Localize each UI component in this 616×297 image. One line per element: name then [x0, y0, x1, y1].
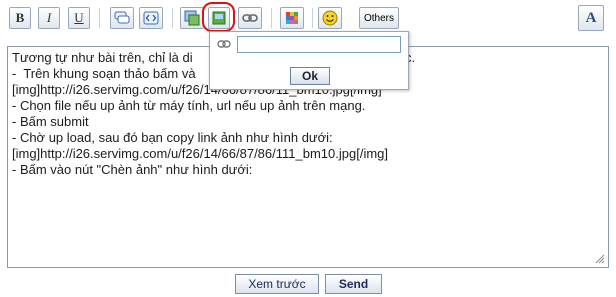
ok-button[interactable]: Ok	[290, 67, 330, 85]
smiley-icon	[322, 10, 338, 26]
font-size-glyph: A	[585, 9, 597, 26]
underline-button[interactable]: U	[68, 7, 90, 29]
link-icon	[242, 14, 258, 22]
editor-line: [img]http://i26.servimg.com/u/f26/14/66/…	[12, 146, 389, 161]
quote-icon	[114, 11, 130, 24]
insert-link-button[interactable]	[238, 7, 262, 29]
insert-image-popup: Ok	[209, 31, 409, 90]
color-picker-button[interactable]	[280, 7, 304, 29]
highlight-ring	[202, 2, 235, 32]
color-palette-icon	[286, 12, 298, 24]
editor-line: - Chờ up load, sau đó bạn copy link ảnh …	[12, 130, 333, 145]
upload-image-button[interactable]	[180, 7, 204, 29]
toolbar-separator	[271, 8, 272, 28]
editor-line: - Trên khung soạn thảo bấm và	[12, 66, 196, 81]
toolbar-separator	[312, 8, 313, 28]
editor-line: - Bấm submit	[12, 114, 89, 129]
italic-button[interactable]: I	[38, 7, 60, 29]
others-button[interactable]: Others	[359, 7, 399, 29]
editor-line: Tương tự như bài trên, chỉ là di	[12, 50, 193, 65]
quote-button[interactable]	[110, 7, 134, 29]
resize-handle-icon[interactable]	[595, 254, 605, 264]
emoticon-button[interactable]	[318, 7, 342, 29]
code-button[interactable]	[139, 7, 163, 29]
bold-button[interactable]: B	[9, 7, 31, 29]
send-button[interactable]: Send	[325, 274, 382, 294]
font-size-button[interactable]: A	[578, 5, 604, 31]
editor-line: - Chọn file nếu up ảnh từ máy tính, url …	[12, 98, 366, 113]
code-icon	[143, 11, 159, 25]
editor-line: - Bấm vào nút "Chèn ảnh" như hình dưới:	[12, 162, 253, 177]
image-url-input[interactable]	[237, 36, 401, 53]
link-icon	[217, 40, 231, 48]
upload-image-icon	[184, 10, 200, 26]
toolbar-separator	[99, 8, 100, 28]
preview-button[interactable]: Xem trước	[235, 274, 319, 294]
toolbar-separator	[172, 8, 173, 28]
